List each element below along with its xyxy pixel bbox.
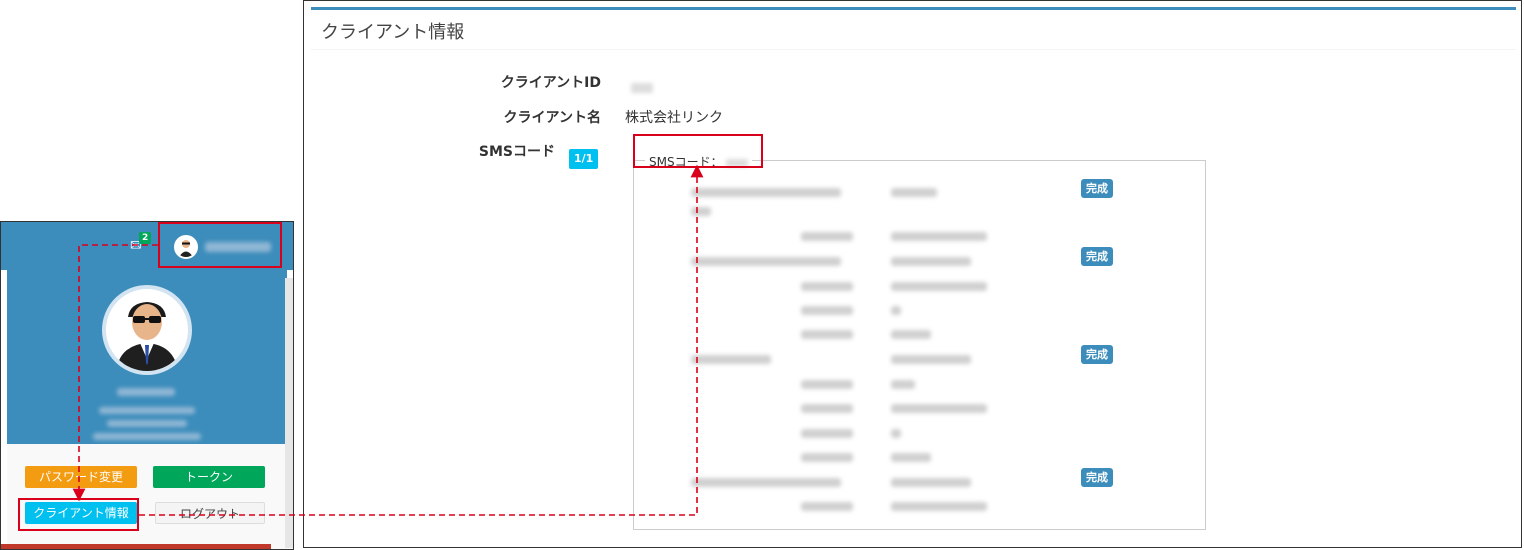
attr-value-blurred [891,306,901,315]
attr-value-blurred [891,453,931,462]
client-id-value-blurred [631,83,653,93]
client-info-box: クライアント情報 クライアントID クライアント名 株式会社リンク SMSコード… [311,7,1516,547]
phone-number-blurred [891,478,971,487]
phone-number-blurred [891,188,937,197]
carrier-name-blurred [691,478,841,487]
attr-label-blurred [801,330,853,339]
attr-value-blurred [891,429,901,438]
attr-value-blurred [891,330,931,339]
attr-label-blurred [801,282,853,291]
attr-label-blurred [801,453,853,462]
password-change-button[interactable]: パスワード変更 [25,466,137,488]
phone-number-blurred [891,257,971,266]
sms-code-fieldset [633,160,1206,530]
attr-value-blurred [891,232,987,241]
attr-label-blurred [801,502,853,511]
user-email-blurred [93,433,201,440]
user-company-blurred [99,407,195,414]
status-badge: 完成 [1081,468,1113,487]
client-info-button-highlight [18,498,139,531]
mail-count-badge: 2 [139,232,152,244]
phone-number-blurred [891,355,971,364]
user-name-blurred [117,388,175,396]
user-toggle-highlight [158,222,282,268]
sms-code-count-badge: 1/1 [569,149,599,169]
logout-button[interactable]: ログアウト [155,502,265,524]
footer-accent-strip [1,544,271,549]
avatar-large [102,285,192,375]
box-header: クライアント情報 [311,10,1516,50]
user-header [7,270,287,444]
attr-value-blurred [891,282,987,291]
sms-code-legend-highlight [633,134,763,168]
attr-label-blurred [801,429,853,438]
user-dept-blurred [107,420,187,427]
attr-label-blurred [801,380,853,389]
client-name-value: 株式会社リンク [625,110,723,126]
sms-code-label: SMSコード [478,144,555,160]
attr-label-blurred [801,232,853,241]
attr-label-blurred [801,404,853,413]
carrier-name-blurred [691,257,841,266]
attr-value-blurred [891,502,987,511]
scrollbar[interactable] [285,278,293,548]
attr-label-blurred [801,306,853,315]
carrier-name-blurred [691,207,711,216]
page-title: クライアント情報 [321,22,465,43]
attr-value-blurred [891,404,987,413]
status-badge: 完成 [1081,345,1113,364]
carrier-name-blurred [691,355,771,364]
status-badge: 完成 [1081,247,1113,266]
attr-value-blurred [891,380,915,389]
client-info-screenshot: クライアント情報 クライアントID クライアント名 株式会社リンク SMSコード… [303,0,1522,548]
token-button[interactable]: トークン [153,466,265,488]
carrier-name-blurred [691,188,841,197]
client-id-label: クライアントID [500,75,601,91]
user-menu-footer: パスワード変更 トークン クライアント情報 ログアウト [7,444,287,549]
status-badge: 完成 [1081,179,1113,198]
client-name-label: クライアント名 [503,110,601,126]
